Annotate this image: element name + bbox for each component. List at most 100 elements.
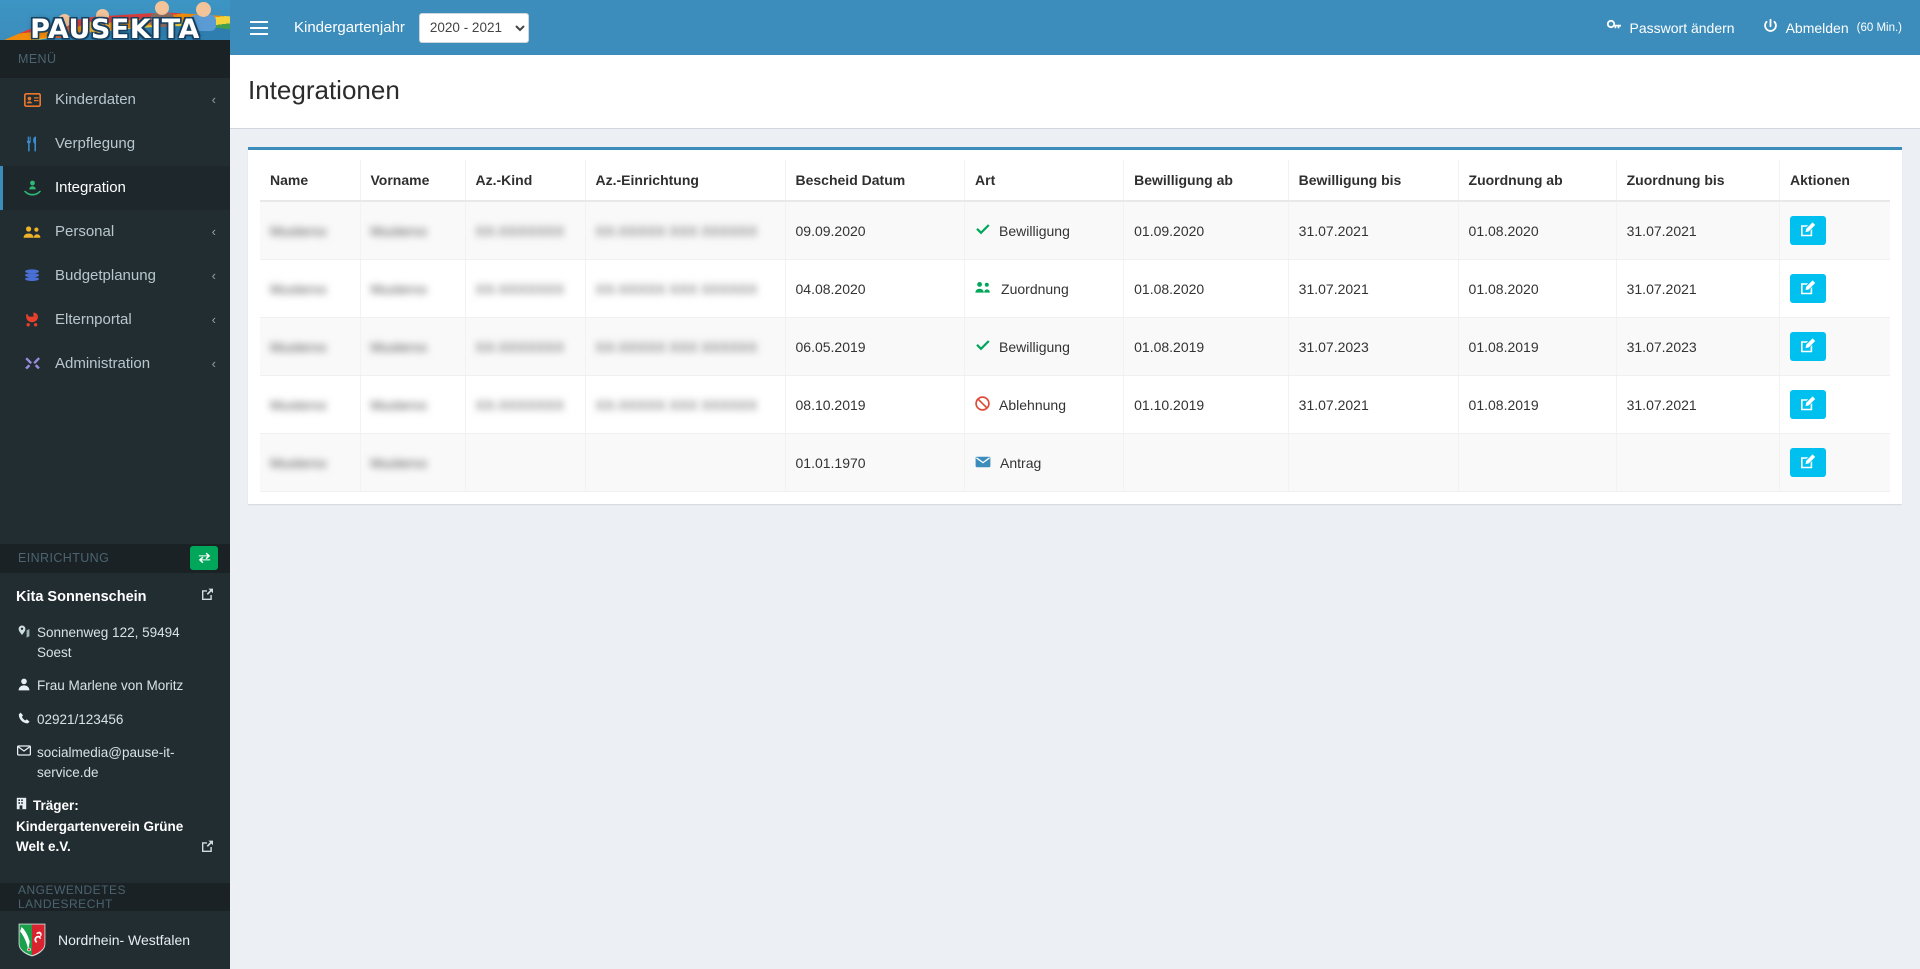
cell-vorname: Musterxx: [360, 433, 466, 492]
tools-icon: [21, 356, 43, 372]
logo-text: PAUSEKITA: [30, 14, 200, 40]
edit-button[interactable]: [1790, 332, 1827, 361]
table-header-row: Name Vorname Az.-Kind Az.-Einrichtung Be…: [260, 160, 1890, 202]
open-traeger-external-icon[interactable]: [201, 839, 214, 859]
cell-art: Antrag: [964, 433, 1125, 492]
sidebar-item-label: Personal: [55, 223, 115, 241]
kindergartenjahr-label: Kindergartenjahr: [294, 19, 405, 36]
column-header-az-einrichtung[interactable]: Az.-Einrichtung: [585, 160, 786, 202]
landesrecht-heading: ANGEWENDETES LANDESRECHT: [18, 883, 127, 911]
users-icon: [975, 281, 992, 297]
column-header-zuordnung-bis[interactable]: Zuordnung bis: [1616, 160, 1781, 202]
einrichtung-header: EINRICHTUNG: [0, 543, 230, 573]
sidebar-item-personal[interactable]: Personal ‹: [0, 210, 230, 254]
cell-name: Musterxx: [260, 375, 361, 434]
sidebar-item-administration[interactable]: Administration ‹: [0, 342, 230, 386]
edit-button[interactable]: [1790, 216, 1827, 245]
phone-row: 02921/123456: [16, 710, 214, 730]
menu-heading: MENÜ: [0, 39, 230, 78]
cell-az-einrichtung: XX-XXXXX XXX XXXXXX: [585, 259, 786, 318]
redacted-value: XX-XXXXX XXX XXXXXX: [595, 222, 758, 239]
cell-bescheid-datum: 09.09.2020: [785, 201, 966, 260]
column-header-bewilligung-bis[interactable]: Bewilligung bis: [1288, 160, 1459, 202]
sidebar-toggle-button[interactable]: [244, 10, 278, 46]
open-einrichtung-external-icon[interactable]: [201, 587, 214, 609]
column-header-bescheid-datum[interactable]: Bescheid Datum: [785, 160, 966, 202]
content: Name Vorname Az.-Kind Az.-Einrichtung Be…: [230, 129, 1920, 969]
integrations-table: Name Vorname Az.-Kind Az.-Einrichtung Be…: [260, 160, 1890, 492]
redacted-value: XX-XXXXX XXX XXXXXX: [595, 338, 758, 355]
art-label: Ablehnung: [999, 396, 1066, 413]
edit-button[interactable]: [1790, 448, 1827, 477]
sidebar: PAUSEKITA MENÜ Kinderdaten ‹ Verpflegung: [0, 0, 230, 969]
pen-to-square-icon: [1800, 337, 1816, 356]
sidebar-nav: Kinderdaten ‹ Verpflegung Integration Pe…: [0, 78, 230, 386]
redacted-value: Musterxx: [370, 338, 428, 355]
coins-icon: [21, 269, 43, 283]
kindergartenjahr-select[interactable]: 2020 - 2021: [418, 12, 529, 43]
redacted-value: Musterxx: [270, 280, 327, 297]
topbar-right: Passwort ändern Abmelden (60 Min.): [1606, 18, 1902, 37]
art-label: Bewilligung: [999, 338, 1070, 355]
cell-bewilligung-ab: [1123, 433, 1289, 492]
table-row: Musterxx Musterxx XX-XXXXXXX XX-XXXXX XXX X…: [260, 259, 1890, 318]
cell-zuordnung-ab: [1458, 433, 1617, 492]
cell-aktionen: [1779, 317, 1890, 376]
column-header-bewilligung-ab[interactable]: Bewilligung ab: [1123, 160, 1289, 202]
cell-az-kind: XX-XXXXXXX: [465, 317, 586, 376]
cell-aktionen: [1779, 259, 1890, 318]
einrichtung-address: Sonnenweg 122, 59494 Soest: [37, 624, 180, 660]
sidebar-item-label: Budgetplanung: [55, 267, 156, 285]
cell-name: Musterxx: [260, 259, 361, 318]
sidebar-item-integration[interactable]: Integration: [0, 165, 230, 210]
einrichtung-contact-person: Frau Marlene von Moritz: [37, 678, 184, 694]
landesrecht-header: ANGEWENDETES LANDESRECHT: [0, 883, 230, 911]
column-header-zuordnung-ab[interactable]: Zuordnung ab: [1458, 160, 1617, 202]
pen-to-square-icon: [1800, 279, 1816, 298]
art-label: Zuordnung: [1001, 280, 1069, 297]
cell-bescheid-datum: 04.08.2020: [785, 259, 966, 318]
cell-zuordnung-bis: 31.07.2021: [1616, 375, 1781, 434]
column-header-name[interactable]: Name: [260, 160, 361, 202]
edit-button[interactable]: [1790, 390, 1827, 419]
sidebar-item-label: Verpflegung: [55, 135, 136, 153]
topbar: Kindergartenjahr 2020 - 2021 Passwort än…: [230, 0, 1920, 55]
check-icon: [975, 223, 990, 239]
cell-zuordnung-bis: 31.07.2021: [1616, 259, 1781, 318]
id-card-icon: [21, 92, 43, 107]
chevron-left-icon: ‹: [211, 224, 216, 240]
stroller-icon: [21, 312, 43, 327]
logout-timer: (60 Min.): [1856, 21, 1902, 34]
pen-to-square-icon: [1800, 395, 1816, 414]
traeger-label-row: Träger:: [16, 796, 214, 816]
redacted-value: Musterxx: [270, 454, 327, 471]
chevron-left-icon: ‹: [211, 268, 216, 284]
sidebar-item-kinderdaten[interactable]: Kinderdaten ‹: [0, 78, 230, 122]
column-header-art[interactable]: Art: [964, 160, 1125, 202]
column-header-vorname[interactable]: Vorname: [360, 160, 466, 202]
sidebar-item-budgetplanung[interactable]: Budgetplanung ‹: [0, 254, 230, 298]
logout-button[interactable]: Abmelden (60 Min.): [1763, 18, 1902, 37]
app-root: PAUSEKITA MENÜ Kinderdaten ‹ Verpflegung: [0, 0, 1920, 969]
sidebar-item-elternportal[interactable]: Elternportal ‹: [0, 298, 230, 342]
table-row: Musterxx Musterxx XX-XXXXXXX XX-XXXXX XXX X…: [260, 317, 1890, 376]
power-icon: [1763, 18, 1778, 37]
switch-einrichtung-button[interactable]: [190, 546, 218, 571]
contact-person-row: Frau Marlene von Moritz: [16, 676, 214, 696]
hand-holding-person-icon: [21, 180, 43, 196]
redacted-value: Musterxx: [370, 280, 428, 297]
app-logo[interactable]: PAUSEKITA: [0, 0, 230, 40]
sidebar-item-verpflegung[interactable]: Verpflegung: [0, 122, 230, 166]
cell-aktionen: [1779, 375, 1890, 434]
content-header: Integrationen: [230, 55, 1920, 129]
einrichtung-name: Kita Sonnenschein: [16, 589, 147, 605]
change-password-button[interactable]: Passwort ändern: [1606, 19, 1735, 36]
edit-button[interactable]: [1790, 274, 1827, 303]
table-row: Musterxx Musterxx XX-XXXXXXX XX-XXXXX XXX X…: [260, 375, 1890, 434]
column-header-az-kind[interactable]: Az.-Kind: [465, 160, 586, 202]
building-icon: [16, 796, 27, 816]
sidebar-item-label: Administration: [55, 355, 151, 373]
chevron-left-icon: ‹: [211, 356, 216, 372]
art-value: Bewilligung: [975, 223, 1113, 239]
cell-bewilligung-bis: [1288, 433, 1459, 492]
